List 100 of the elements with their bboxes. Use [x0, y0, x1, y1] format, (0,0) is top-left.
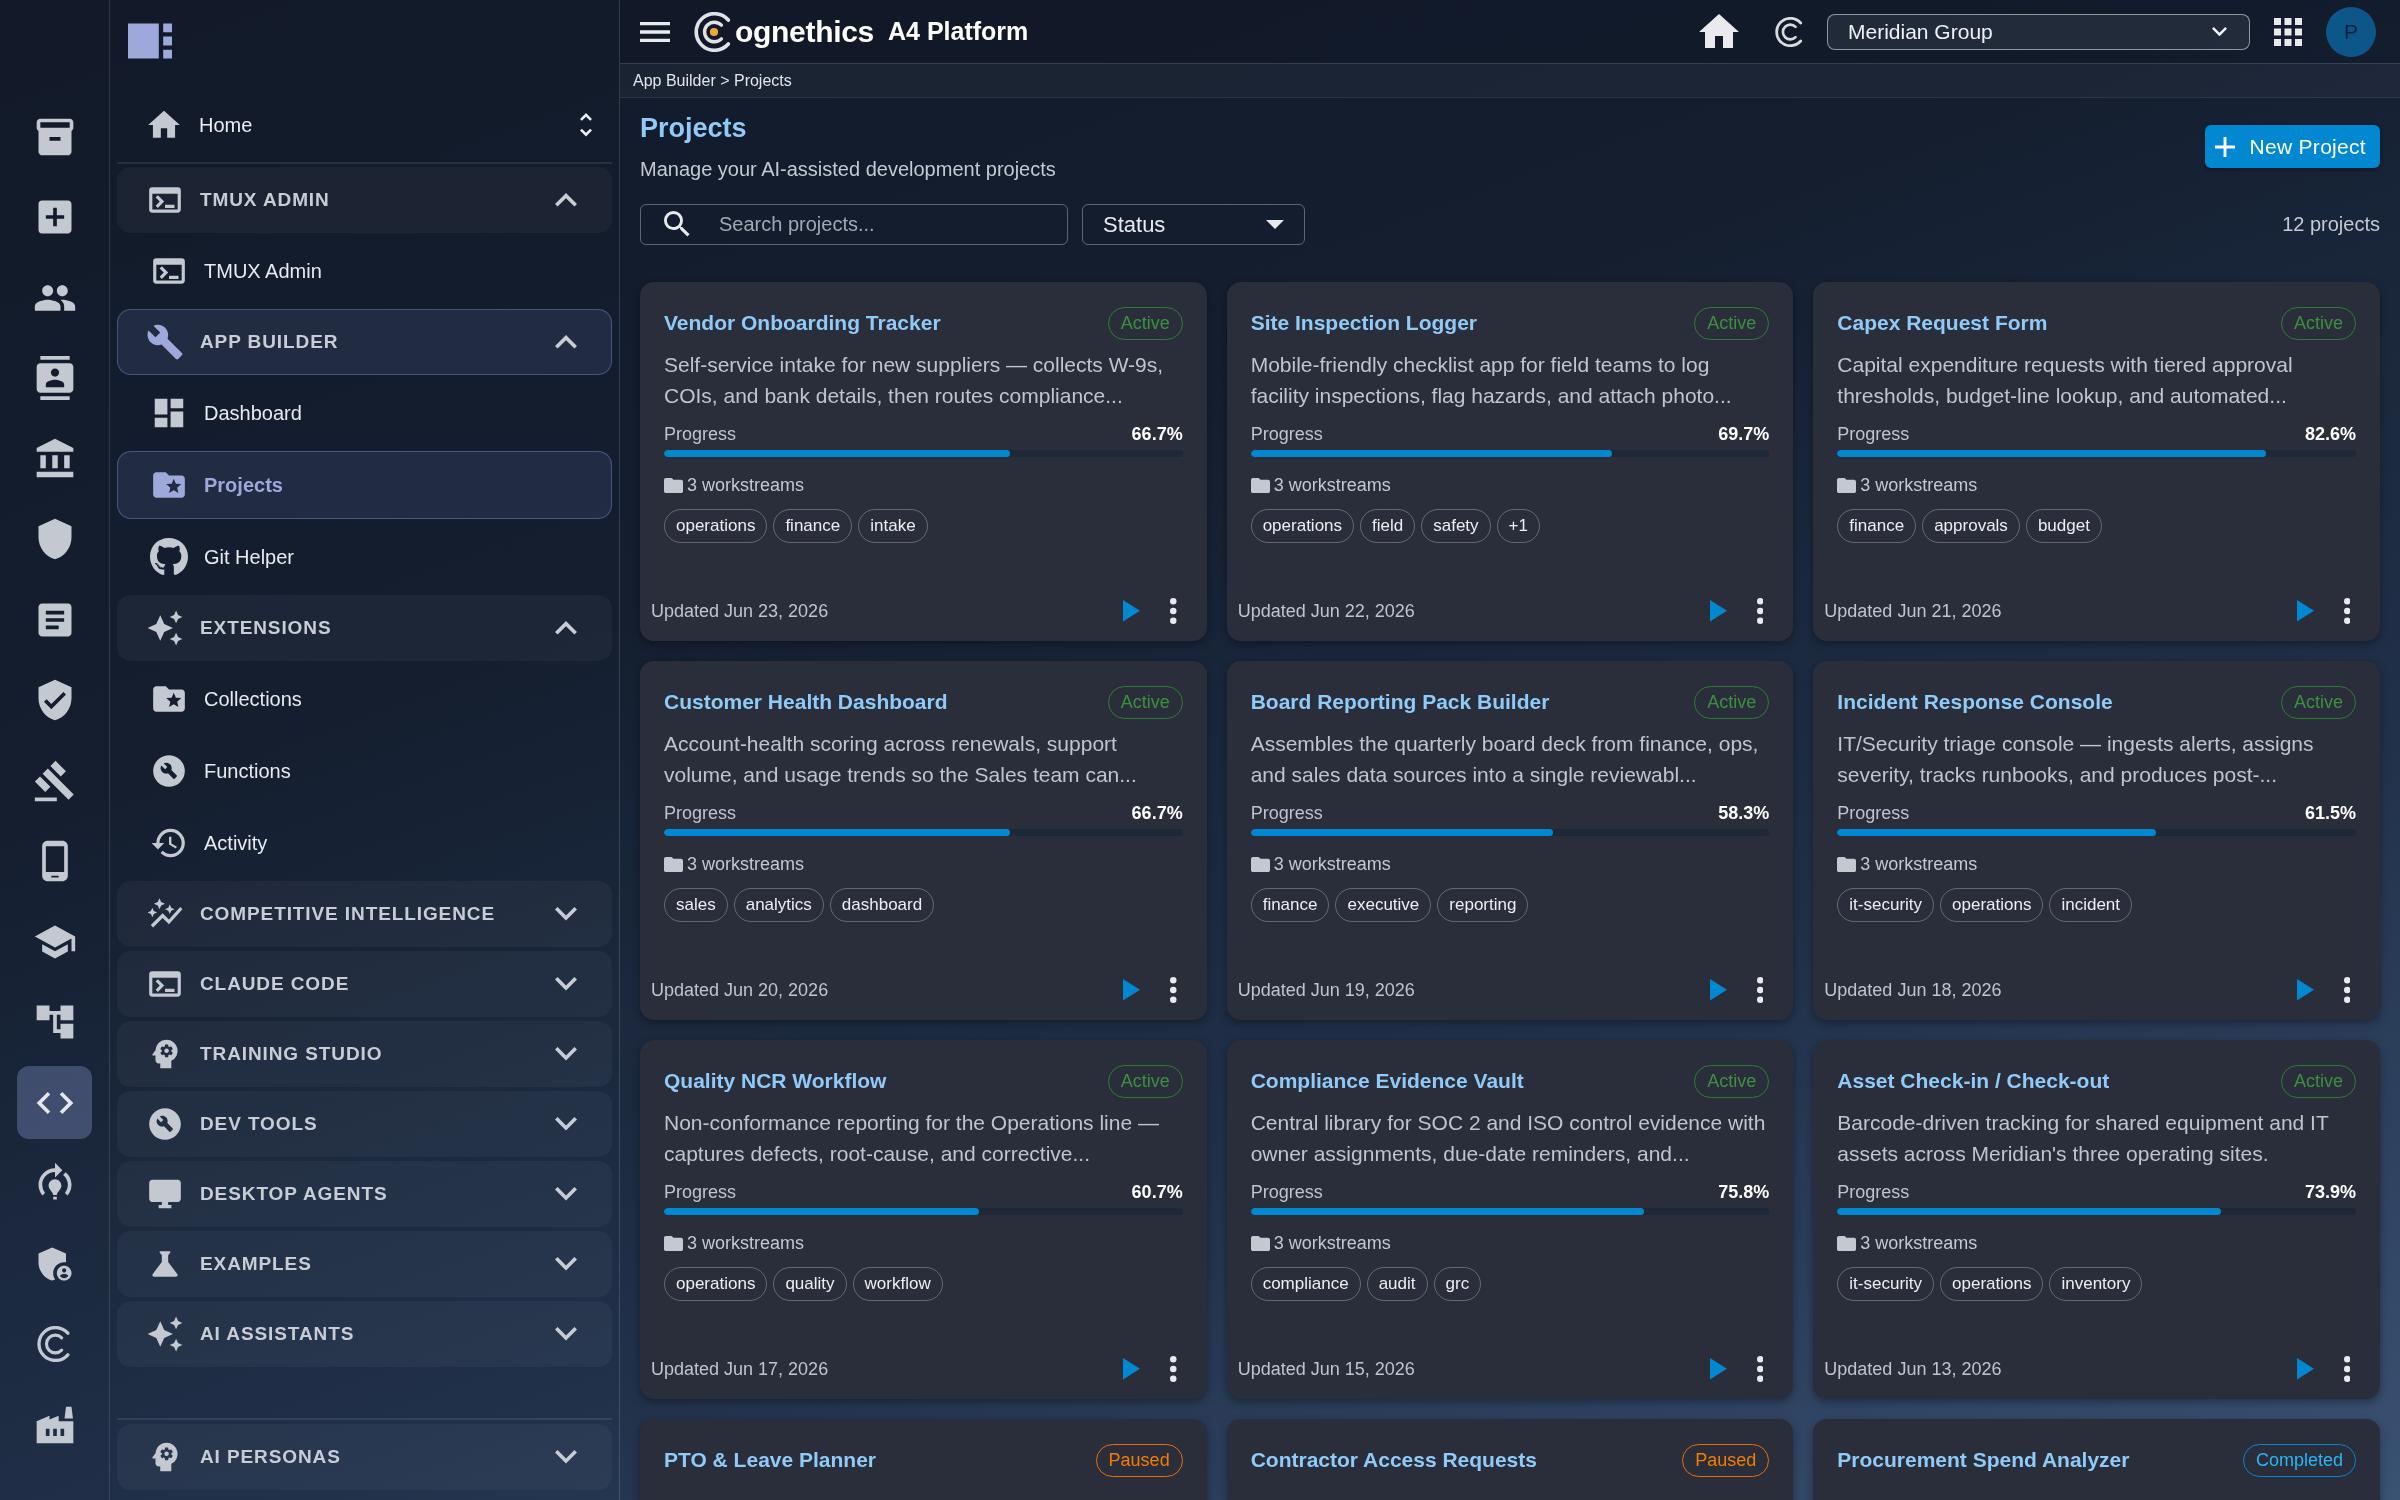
- project-card[interactable]: Contractor Access Requests Paused: [1226, 1419, 1794, 1500]
- play-icon: [1123, 1358, 1141, 1380]
- run-button[interactable]: [2296, 600, 2314, 622]
- updated-date: Updated Jun 21, 2026: [1824, 600, 2002, 622]
- updated-date: Updated Jun 18, 2026: [1824, 979, 2002, 1001]
- run-button[interactable]: [1709, 979, 1727, 1001]
- product-name: A4 Platform: [888, 17, 1029, 46]
- section-toggle[interactable]: EXAMPLES: [117, 1231, 612, 1297]
- project-description: Central library for SOC 2 and ISO control evidence with owner assignments, due-date reminders, and...: [1250, 1110, 1767, 1167]
- project-card[interactable]: [640, 661, 1207, 1020]
- progress-label: Progress: [664, 1181, 737, 1203]
- project-title: Board Reporting Pack Builder: [1250, 690, 1550, 714]
- breadcrumb: App Builder > Projects: [633, 71, 792, 90]
- project-card[interactable]: [1813, 1040, 2380, 1399]
- project-card[interactable]: [640, 1040, 1207, 1399]
- run-button[interactable]: [1123, 979, 1141, 1001]
- run-button[interactable]: [2296, 979, 2314, 1001]
- more-button[interactable]: [2343, 598, 2350, 624]
- project-card[interactable]: [1226, 661, 1794, 1020]
- organization-select[interactable]: Meridian Group: [1827, 13, 2250, 50]
- more-button[interactable]: [1170, 598, 1177, 624]
- nav-item[interactable]: TMUX Admin: [117, 237, 612, 305]
- progress-value: 66.7%: [1131, 423, 1183, 445]
- tag-chip: +1: [1496, 509, 1540, 543]
- project-description: Capital expenditure requests with tiered approval thresholds, budget-line lookup, and automated...: [1837, 352, 2294, 409]
- menu-button[interactable]: [640, 21, 670, 42]
- project-card[interactable]: Capex Request Form Active Capital expenditure requests with tiered approval thresholds, budget-line lookup, and automated... Progress 82.6% 3 workstreams finance approvals budget Updated Jun 21, 2026: [1813, 282, 2380, 641]
- section-toggle[interactable]: AI ASSISTANTS: [117, 1301, 612, 1367]
- nav-item[interactable]: Activity: [117, 809, 612, 877]
- updated-date: Updated Jun 13, 2026: [1824, 1358, 2002, 1380]
- more-icon: [1170, 977, 1177, 1003]
- plus-icon: [2215, 136, 2236, 157]
- run-button[interactable]: [2296, 1358, 2314, 1380]
- run-button[interactable]: [1123, 1358, 1141, 1380]
- project-card[interactable]: [640, 282, 1207, 641]
- status-select[interactable]: Status: [1082, 204, 1305, 245]
- project-description: IT/Security triage console — ingests alerts, assigns severity, tracks runbooks, and produces post-...: [1837, 731, 2315, 788]
- folder-icon: [1250, 854, 1270, 874]
- project-card[interactable]: PTO & Leave Planner Paused: [640, 1419, 1207, 1500]
- nav-item[interactable]: Git Helper: [117, 523, 612, 591]
- updated-date: Updated Jun 19, 2026: [1237, 979, 1415, 1001]
- section-toggle[interactable]: DESKTOP AGENTS: [117, 1161, 612, 1227]
- section-toggle[interactable]: AI PERSONAS: [117, 1424, 612, 1490]
- more-icon: [2343, 977, 2350, 1003]
- project-card[interactable]: [1226, 1040, 1794, 1399]
- nav-item[interactable]: Functions: [117, 737, 612, 805]
- page-subtitle: Manage your AI-assisted development projects: [640, 157, 1056, 182]
- more-button[interactable]: [1756, 1356, 1764, 1382]
- updated-date: Updated Jun 22, 2026: [1237, 600, 1415, 622]
- search-icon: [664, 211, 691, 238]
- folder-icon: [1837, 854, 1857, 874]
- more-icon: [1756, 1356, 1764, 1382]
- workstreams-count: 3 workstreams: [687, 1232, 805, 1254]
- apps-button[interactable]: [2274, 17, 2302, 46]
- project-title: Incident Response Console: [1837, 690, 2113, 714]
- run-button[interactable]: [1709, 1358, 1727, 1380]
- new-project-button[interactable]: New Project: [2205, 125, 2380, 168]
- section-toggle[interactable]: EXTENSIONS: [117, 595, 612, 661]
- more-button[interactable]: [1756, 977, 1764, 1003]
- project-title: Procurement Spend Analyzer: [1837, 1448, 2130, 1472]
- updated-date: Updated Jun 23, 2026: [651, 600, 829, 622]
- project-card[interactable]: [1813, 661, 2380, 1020]
- section-toggle[interactable]: COMPETITIVE INTELLIGENCE: [117, 881, 612, 947]
- project-title: Compliance Evidence Vault: [1250, 1069, 1524, 1093]
- ring-logo-button[interactable]: [1775, 16, 1805, 47]
- page-title: Projects: [640, 112, 747, 145]
- folder-icon: [1250, 1233, 1270, 1253]
- progress-label: Progress: [1837, 802, 1910, 824]
- project-description: Self-service intake for new suppliers — collects W-9s, COIs, and bank details, then routes compliance...: [664, 352, 1165, 409]
- rail-nav-button[interactable]: [17, 1066, 92, 1139]
- grid-icon: [2274, 17, 2302, 46]
- project-card[interactable]: Procurement Spend Analyzer Completed: [1813, 1419, 2380, 1500]
- section-toggle[interactable]: DEV TOOLS: [117, 1091, 612, 1157]
- workstreams-count: 3 workstreams: [687, 474, 805, 496]
- more-icon: [1756, 598, 1764, 624]
- more-button[interactable]: [2343, 977, 2350, 1003]
- more-button[interactable]: [2343, 1356, 2350, 1382]
- chevron-down-icon: [2212, 26, 2227, 37]
- progress-label: Progress: [1250, 1181, 1323, 1203]
- section-toggle[interactable]: TMUX ADMIN: [117, 167, 612, 233]
- section-toggle[interactable]: APP BUILDER: [117, 309, 612, 375]
- nav-item[interactable]: Collections: [117, 665, 612, 733]
- project-card[interactable]: [1226, 282, 1794, 641]
- nav-item[interactable]: Projects: [117, 451, 612, 519]
- more-icon: [1756, 977, 1764, 1003]
- project-title: Asset Check-in / Check-out: [1837, 1069, 2110, 1093]
- more-icon: [2343, 598, 2350, 624]
- more-button[interactable]: [1170, 977, 1177, 1003]
- section-toggle[interactable]: TRAINING STUDIO: [117, 1021, 612, 1087]
- more-button[interactable]: [1756, 598, 1764, 624]
- nav-item[interactable]: Dashboard: [117, 379, 612, 447]
- nav-item[interactable]: Home: [117, 92, 612, 158]
- section-toggle[interactable]: CLAUDE CODE: [117, 951, 612, 1017]
- folder-icon: [664, 854, 683, 874]
- menu-icon: [640, 21, 670, 42]
- run-button[interactable]: [1123, 600, 1141, 622]
- project-description: Non-conformance reporting for the Operations line — captures defects, root-cause, and corrective...: [664, 1110, 1160, 1167]
- run-button[interactable]: [1709, 600, 1727, 622]
- more-button[interactable]: [1170, 1356, 1177, 1382]
- project-title: Customer Health Dashboard: [664, 690, 948, 714]
